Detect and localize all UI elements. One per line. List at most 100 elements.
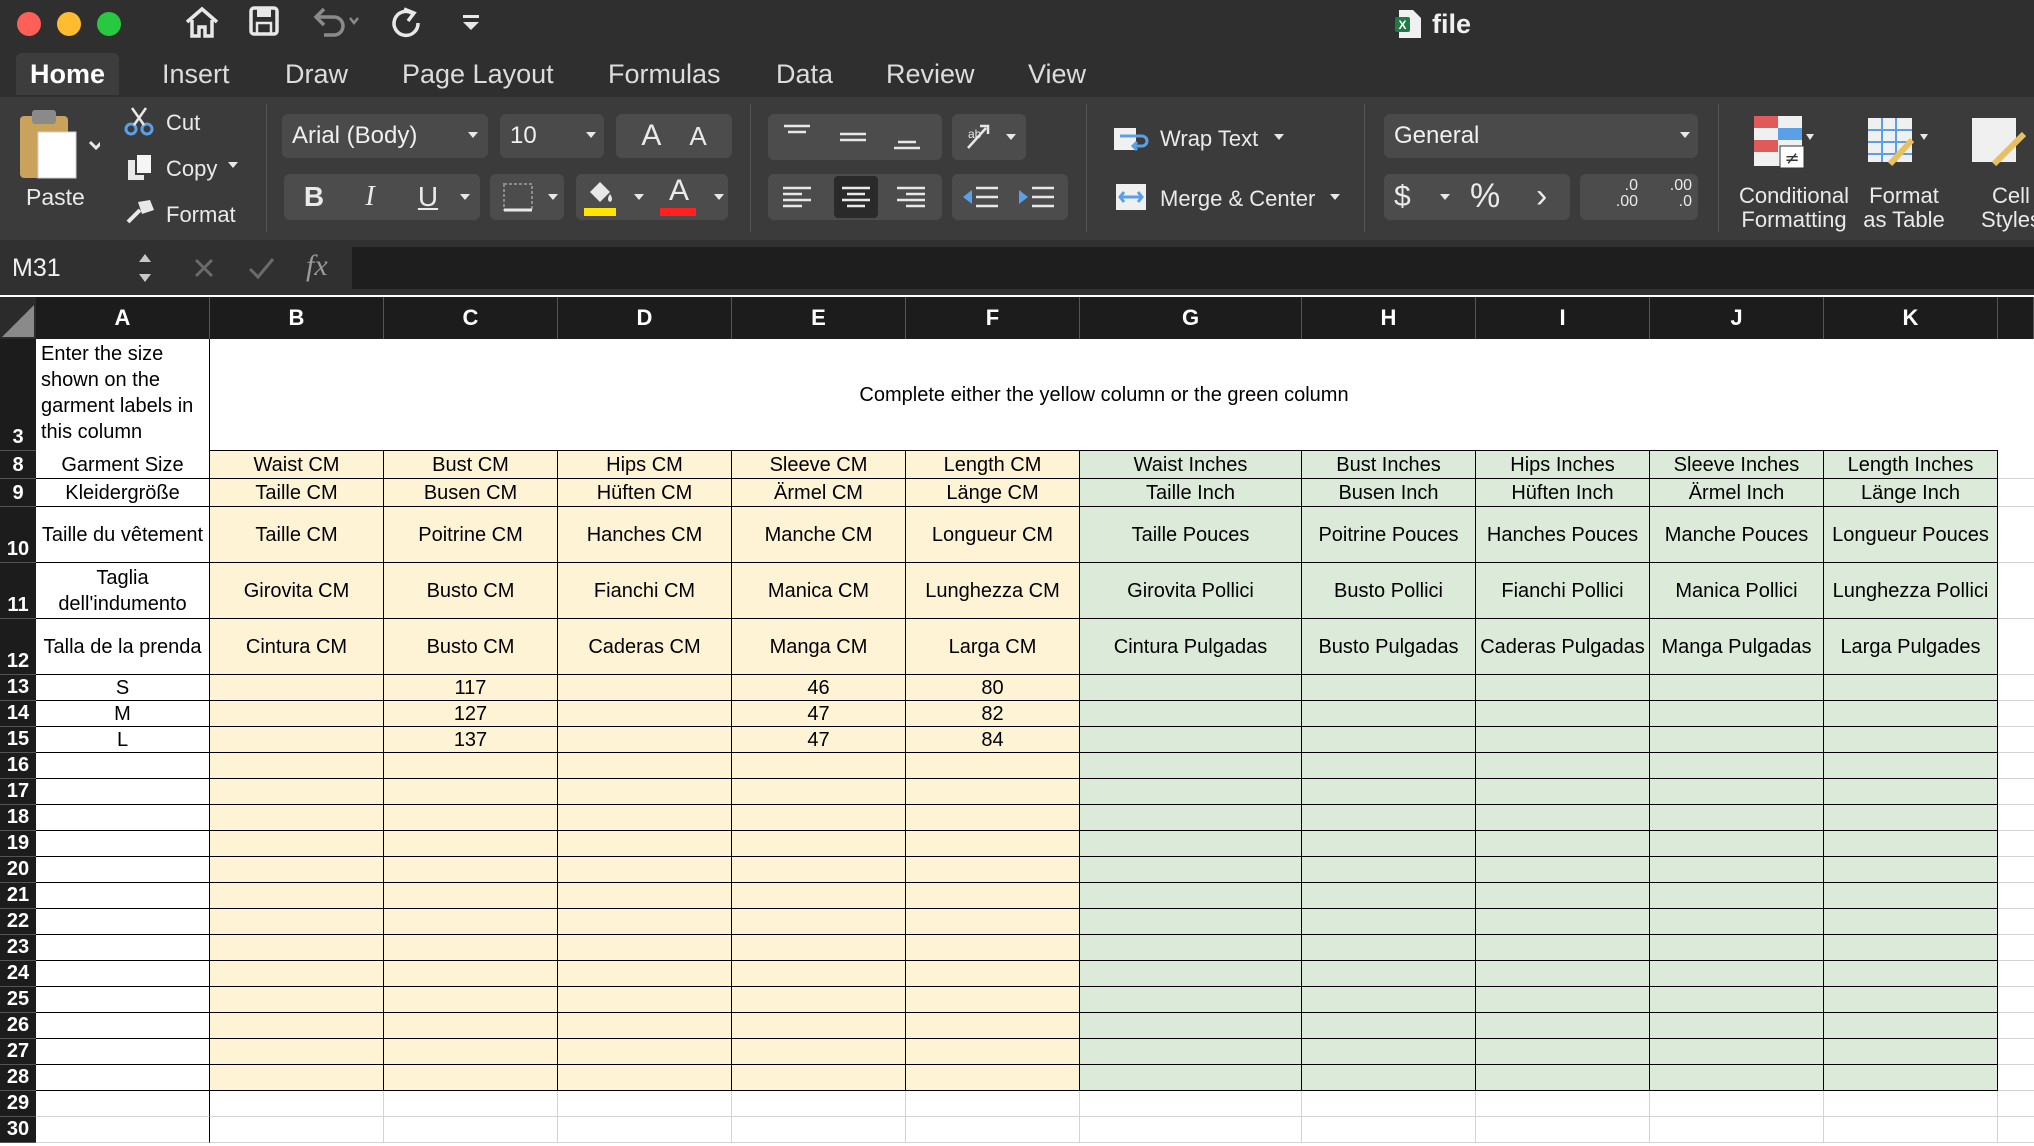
cell-j13[interactable] bbox=[1650, 675, 1824, 701]
cell-f17[interactable] bbox=[906, 779, 1080, 805]
cell-i8[interactable]: Hips Inches bbox=[1476, 451, 1650, 479]
chevron-down-icon[interactable] bbox=[584, 128, 598, 147]
cell-c24[interactable] bbox=[384, 961, 558, 987]
cell-d30[interactable] bbox=[558, 1117, 732, 1143]
cell-l10[interactable] bbox=[1998, 507, 2034, 563]
cell-h21[interactable] bbox=[1302, 883, 1476, 909]
cell-g26[interactable] bbox=[1080, 1013, 1302, 1039]
cell-a18[interactable] bbox=[36, 805, 210, 831]
row-header-19[interactable]: 19 bbox=[0, 831, 36, 857]
column-header-b[interactable]: B bbox=[210, 297, 384, 339]
cell-l22[interactable] bbox=[1998, 909, 2034, 935]
cell-l16[interactable] bbox=[1998, 753, 2034, 779]
cell-c23[interactable] bbox=[384, 935, 558, 961]
cell-g19[interactable] bbox=[1080, 831, 1302, 857]
tab-page-layout[interactable]: Page Layout bbox=[388, 53, 568, 95]
cell-i28[interactable] bbox=[1476, 1065, 1650, 1091]
cell-g24[interactable] bbox=[1080, 961, 1302, 987]
cell-a21[interactable] bbox=[36, 883, 210, 909]
cell-c26[interactable] bbox=[384, 1013, 558, 1039]
home-icon[interactable] bbox=[180, 5, 224, 41]
cell-a19[interactable] bbox=[36, 831, 210, 857]
chevron-down-icon[interactable] bbox=[546, 190, 560, 209]
cell-b14[interactable] bbox=[210, 701, 384, 727]
cell-c14[interactable]: 127 bbox=[384, 701, 558, 727]
select-all-corner[interactable] bbox=[0, 297, 36, 339]
name-box-stepper-icon[interactable] bbox=[136, 248, 154, 293]
cell-h12[interactable]: Busto Pulgadas bbox=[1302, 619, 1476, 675]
align-right-icon[interactable] bbox=[894, 180, 928, 219]
cell-e16[interactable] bbox=[732, 753, 906, 779]
cell-d17[interactable] bbox=[558, 779, 732, 805]
cell-a14[interactable]: M bbox=[36, 701, 210, 727]
font-color-icon[interactable]: A bbox=[660, 174, 698, 218]
cell-d29[interactable] bbox=[558, 1091, 732, 1117]
row-header-29[interactable]: 29 bbox=[0, 1091, 36, 1117]
cell-g29[interactable] bbox=[1080, 1091, 1302, 1117]
column-header-overflow[interactable] bbox=[1998, 297, 2034, 339]
cell-b22[interactable] bbox=[210, 909, 384, 935]
cell-j22[interactable] bbox=[1650, 909, 1824, 935]
cell-h24[interactable] bbox=[1302, 961, 1476, 987]
cell-h19[interactable] bbox=[1302, 831, 1476, 857]
cell-f18[interactable] bbox=[906, 805, 1080, 831]
row-header-12[interactable]: 12 bbox=[0, 619, 36, 675]
cell-f14[interactable]: 82 bbox=[906, 701, 1080, 727]
cell-a13[interactable]: S bbox=[36, 675, 210, 701]
cell-k17[interactable] bbox=[1824, 779, 1998, 805]
cell-j29[interactable] bbox=[1650, 1091, 1824, 1117]
cell-c9[interactable]: Busen CM bbox=[384, 479, 558, 507]
cell-b18[interactable] bbox=[210, 805, 384, 831]
cell-f22[interactable] bbox=[906, 909, 1080, 935]
percent-button[interactable]: % bbox=[1470, 176, 1510, 216]
row-header-9[interactable]: 9 bbox=[0, 479, 36, 507]
cell-l11[interactable] bbox=[1998, 563, 2034, 619]
cell-f10[interactable]: Longueur CM bbox=[906, 507, 1080, 563]
cell-j21[interactable] bbox=[1650, 883, 1824, 909]
cell-b24[interactable] bbox=[210, 961, 384, 987]
cell-i30[interactable] bbox=[1476, 1117, 1650, 1143]
cell-j9[interactable]: Ärmel Inch bbox=[1650, 479, 1824, 507]
tab-data[interactable]: Data bbox=[762, 53, 847, 95]
redo-icon[interactable] bbox=[386, 5, 426, 41]
align-left-icon[interactable] bbox=[780, 180, 814, 219]
cell-b8[interactable]: Waist CM bbox=[210, 451, 384, 479]
tab-insert[interactable]: Insert bbox=[148, 53, 244, 95]
cell-f11[interactable]: Lunghezza CM bbox=[906, 563, 1080, 619]
cell-c18[interactable] bbox=[384, 805, 558, 831]
cell-d23[interactable] bbox=[558, 935, 732, 961]
cell-g27[interactable] bbox=[1080, 1039, 1302, 1065]
cell-k8[interactable]: Length Inches bbox=[1824, 451, 1998, 479]
tab-formulas[interactable]: Formulas bbox=[594, 53, 735, 95]
cell-f25[interactable] bbox=[906, 987, 1080, 1013]
cell-d16[interactable] bbox=[558, 753, 732, 779]
cell-a16[interactable] bbox=[36, 753, 210, 779]
close-window-button[interactable] bbox=[17, 12, 41, 36]
cell-a27[interactable] bbox=[36, 1039, 210, 1065]
currency-button[interactable]: $ bbox=[1394, 178, 1424, 216]
cell-e20[interactable] bbox=[732, 857, 906, 883]
cell-d26[interactable] bbox=[558, 1013, 732, 1039]
chevron-down-icon[interactable] bbox=[1004, 130, 1018, 149]
cancel-icon[interactable] bbox=[190, 254, 218, 287]
cell-l15[interactable] bbox=[1998, 727, 2034, 753]
cell-e12[interactable]: Manga CM bbox=[732, 619, 906, 675]
cell-i24[interactable] bbox=[1476, 961, 1650, 987]
font-name-select[interactable]: Arial (Body) bbox=[282, 114, 488, 158]
bold-button[interactable]: B bbox=[296, 178, 332, 216]
cell-e28[interactable] bbox=[732, 1065, 906, 1091]
cell-b10[interactable]: Taille CM bbox=[210, 507, 384, 563]
cell-i23[interactable] bbox=[1476, 935, 1650, 961]
cell-h30[interactable] bbox=[1302, 1117, 1476, 1143]
cell-i10[interactable]: Hanches Pouces bbox=[1476, 507, 1650, 563]
cell-k10[interactable]: Longueur Pouces bbox=[1824, 507, 1998, 563]
cell-j23[interactable] bbox=[1650, 935, 1824, 961]
cell-f9[interactable]: Länge CM bbox=[906, 479, 1080, 507]
cell-d15[interactable] bbox=[558, 727, 732, 753]
cell-d22[interactable] bbox=[558, 909, 732, 935]
cell-c30[interactable] bbox=[384, 1117, 558, 1143]
row-header-22[interactable]: 22 bbox=[0, 909, 36, 935]
formula-input[interactable] bbox=[352, 247, 2034, 289]
cell-d20[interactable] bbox=[558, 857, 732, 883]
cell-b12[interactable]: Cintura CM bbox=[210, 619, 384, 675]
